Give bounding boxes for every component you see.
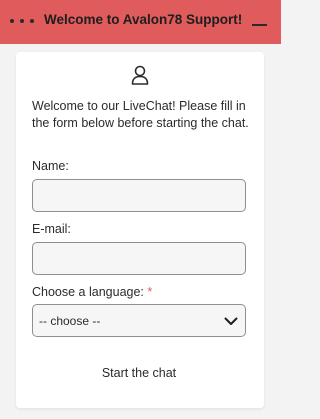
intro-text: Welcome to our LiveChat! Please fill in … [32, 99, 249, 130]
chat-header: Welcome to Avalon78 Support! [0, 0, 281, 44]
minimize-icon[interactable] [252, 24, 267, 26]
email-input[interactable] [32, 242, 246, 275]
livechat-widget: Welcome to Avalon78 Support! Welcome to … [0, 0, 281, 419]
language-label: Choose a language: * [32, 285, 152, 299]
chevron-down-icon [224, 317, 238, 325]
language-select-value: -- choose -- [39, 313, 101, 328]
start-chat-button[interactable]: Start the chat [32, 362, 246, 384]
user-icon [131, 65, 149, 85]
chat-title: Welcome to Avalon78 Support! [44, 12, 243, 27]
required-mark: * [147, 285, 153, 299]
more-dots-icon[interactable] [10, 14, 34, 28]
language-select[interactable]: -- choose -- [32, 304, 246, 337]
name-label: Name: [32, 159, 69, 173]
email-label: E-mail: [32, 222, 71, 236]
prechat-form: Welcome to our LiveChat! Please fill in … [16, 52, 264, 408]
name-input[interactable] [32, 179, 246, 212]
language-label-text: Choose a language: [32, 285, 144, 299]
